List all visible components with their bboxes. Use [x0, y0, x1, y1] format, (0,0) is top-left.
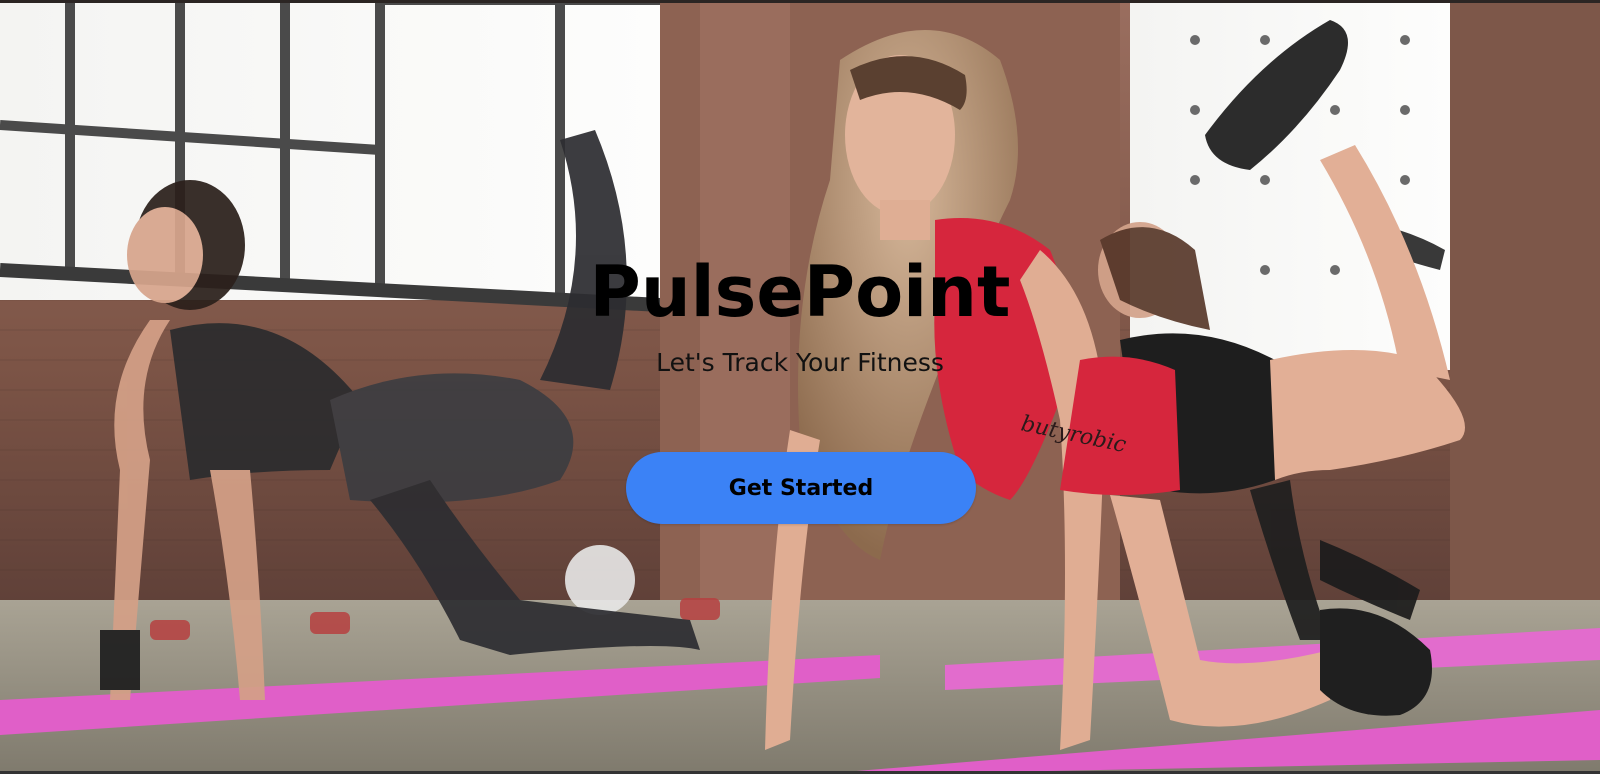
hero-content: PulsePoint Let's Track Your Fitness Get …	[0, 0, 1600, 774]
top-border	[0, 0, 1600, 3]
hero-section: butyrobic PulsePoint Let's Track Your Fi…	[0, 0, 1600, 774]
get-started-button[interactable]: Get Started	[626, 452, 976, 524]
hero-subtitle: Let's Track Your Fitness	[656, 348, 944, 377]
page-title: PulsePoint	[589, 251, 1011, 333]
